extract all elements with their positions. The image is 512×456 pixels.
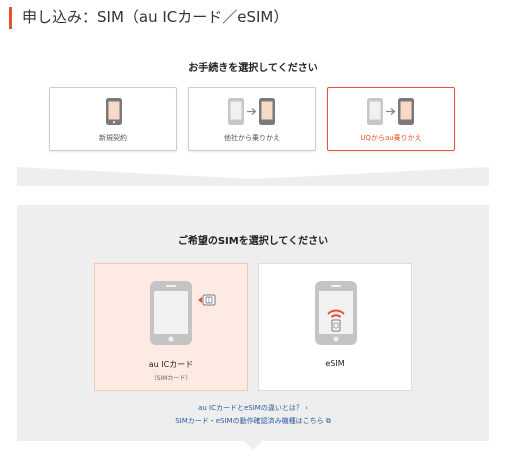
sim-title: ご希望のSIMを選択してください xyxy=(177,236,329,247)
option-label: 新規契約 xyxy=(99,134,127,142)
esim-phone-icon xyxy=(315,281,357,345)
option-new-contract[interactable]: 新規契約 xyxy=(49,87,177,151)
link-compatible-devices[interactable]: SIMカード・eSIMの動作確認済み機種はこちら ⧉ xyxy=(17,416,489,426)
sim-option-label: au ICカード xyxy=(148,360,194,369)
sim-card-phone-icon xyxy=(150,281,216,345)
page-title: 申し込み：SIM（au ICカード／eSIM） xyxy=(22,8,289,26)
option-esim[interactable]: eSIM xyxy=(258,263,412,391)
procedure-panel: お手続きを選択してください 新規契約 他社から乗りかえ UQからau乗りかえ xyxy=(17,41,489,167)
sim-option-label: eSIM xyxy=(325,359,345,368)
procedure-section: お手続きを選択してください 新規契約 他社から乗りかえ UQからau乗りかえ xyxy=(17,41,489,186)
phone-icon xyxy=(106,98,122,125)
section-pointer xyxy=(17,167,489,179)
phone-transfer-icon xyxy=(367,98,414,125)
sim-section: ご希望のSIMを選択してください au ICカード （SIMカード） eSIM xyxy=(17,205,489,450)
option-au-ic-card[interactable]: au ICカード （SIMカード） xyxy=(94,263,248,391)
option-label: UQからau乗りかえ xyxy=(360,134,422,142)
section-pointer xyxy=(244,441,262,450)
option-uq-to-au[interactable]: UQからau乗りかえ xyxy=(327,87,455,151)
link-difference-ic-esim[interactable]: au ICカードとeSIMの違いとは？ › xyxy=(17,403,489,413)
procedure-title: お手続きを選択してください xyxy=(188,63,318,74)
option-label: 他社から乗りかえ xyxy=(224,134,280,142)
option-switch-from-other-carrier[interactable]: 他社から乗りかえ xyxy=(188,87,316,151)
sim-option-sublabel: （SIMカード） xyxy=(150,375,192,382)
phone-transfer-icon xyxy=(228,98,275,125)
title-accent-bar xyxy=(9,7,12,29)
